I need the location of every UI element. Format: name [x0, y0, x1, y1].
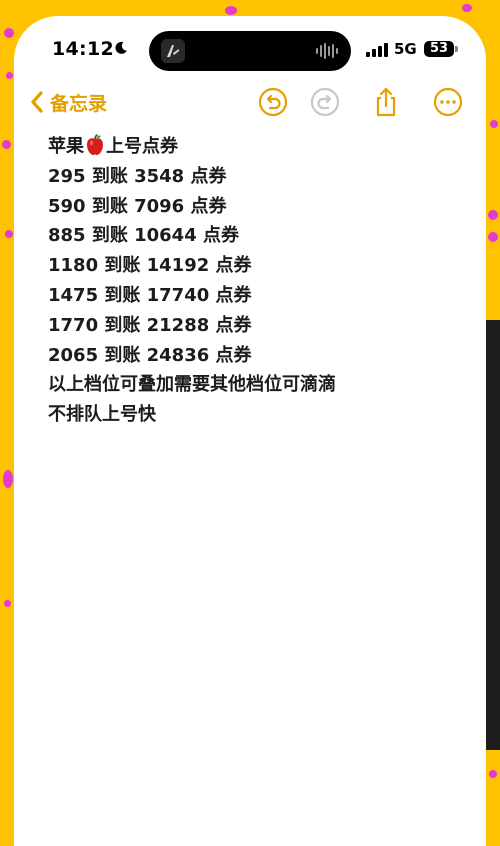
note-title-line: 苹果 上号点券 — [48, 132, 468, 162]
back-button[interactable]: 备忘录 — [30, 86, 107, 118]
note-line: 不排队上号快 — [48, 404, 156, 426]
background-dot — [488, 232, 498, 242]
background-dark-strip — [484, 320, 500, 750]
battery-indicator: 53 — [424, 41, 454, 57]
background-dot — [2, 140, 11, 149]
apple-emoji — [87, 134, 103, 155]
background-dot — [4, 600, 11, 607]
note-title-before: 苹果 — [48, 136, 84, 157]
back-label: 备忘录 — [50, 92, 108, 115]
signal-icon — [366, 43, 388, 57]
background-dot — [488, 210, 498, 220]
background-dot — [4, 28, 14, 38]
note-line: 590 到账 7096 点券 — [48, 195, 227, 217]
network-type: 5G — [394, 40, 417, 58]
redo-icon[interactable] — [309, 86, 341, 118]
background-dot — [3, 470, 13, 488]
note-line: 1770 到账 21288 点券 — [48, 314, 252, 336]
back-chevron-icon — [31, 91, 43, 113]
background-dot — [462, 4, 472, 12]
notes-screen: 14:12 5G 53 备忘录 苹果 上号点券 295 到账 3548 点券 5… — [14, 16, 486, 846]
background-dot — [5, 230, 13, 238]
note-line: 以上档位可叠加需要其他档位可滴滴 — [48, 374, 336, 396]
dynamic-island — [149, 31, 351, 71]
status-time: 14:12 — [52, 38, 114, 60]
background-dot — [6, 72, 13, 79]
more-icon[interactable] — [432, 86, 464, 118]
background-dot — [489, 770, 497, 778]
note-line: 885 到账 10644 点券 — [48, 225, 239, 247]
undo-icon[interactable] — [257, 86, 289, 118]
app-icon — [161, 39, 185, 63]
background-dot — [225, 6, 237, 15]
note-title-after: 上号点券 — [106, 136, 178, 157]
background-dot — [490, 120, 498, 128]
audio-wave-icon — [316, 43, 338, 59]
note-line: 2065 到账 24836 点券 — [48, 344, 252, 366]
note-line: 295 到账 3548 点券 — [48, 165, 227, 187]
note-line: 1475 到账 17740 点券 — [48, 284, 252, 306]
note-line: 1180 到账 14192 点券 — [48, 255, 252, 277]
status-bar: 14:12 5G 53 — [14, 16, 486, 86]
moon-icon — [115, 41, 127, 54]
share-icon[interactable] — [370, 86, 402, 118]
navigation-bar: 备忘录 — [14, 84, 486, 130]
battery-tip — [455, 46, 458, 52]
note-body[interactable]: 苹果 上号点券 295 到账 3548 点券 590 到账 7096 点券 88… — [48, 132, 468, 430]
